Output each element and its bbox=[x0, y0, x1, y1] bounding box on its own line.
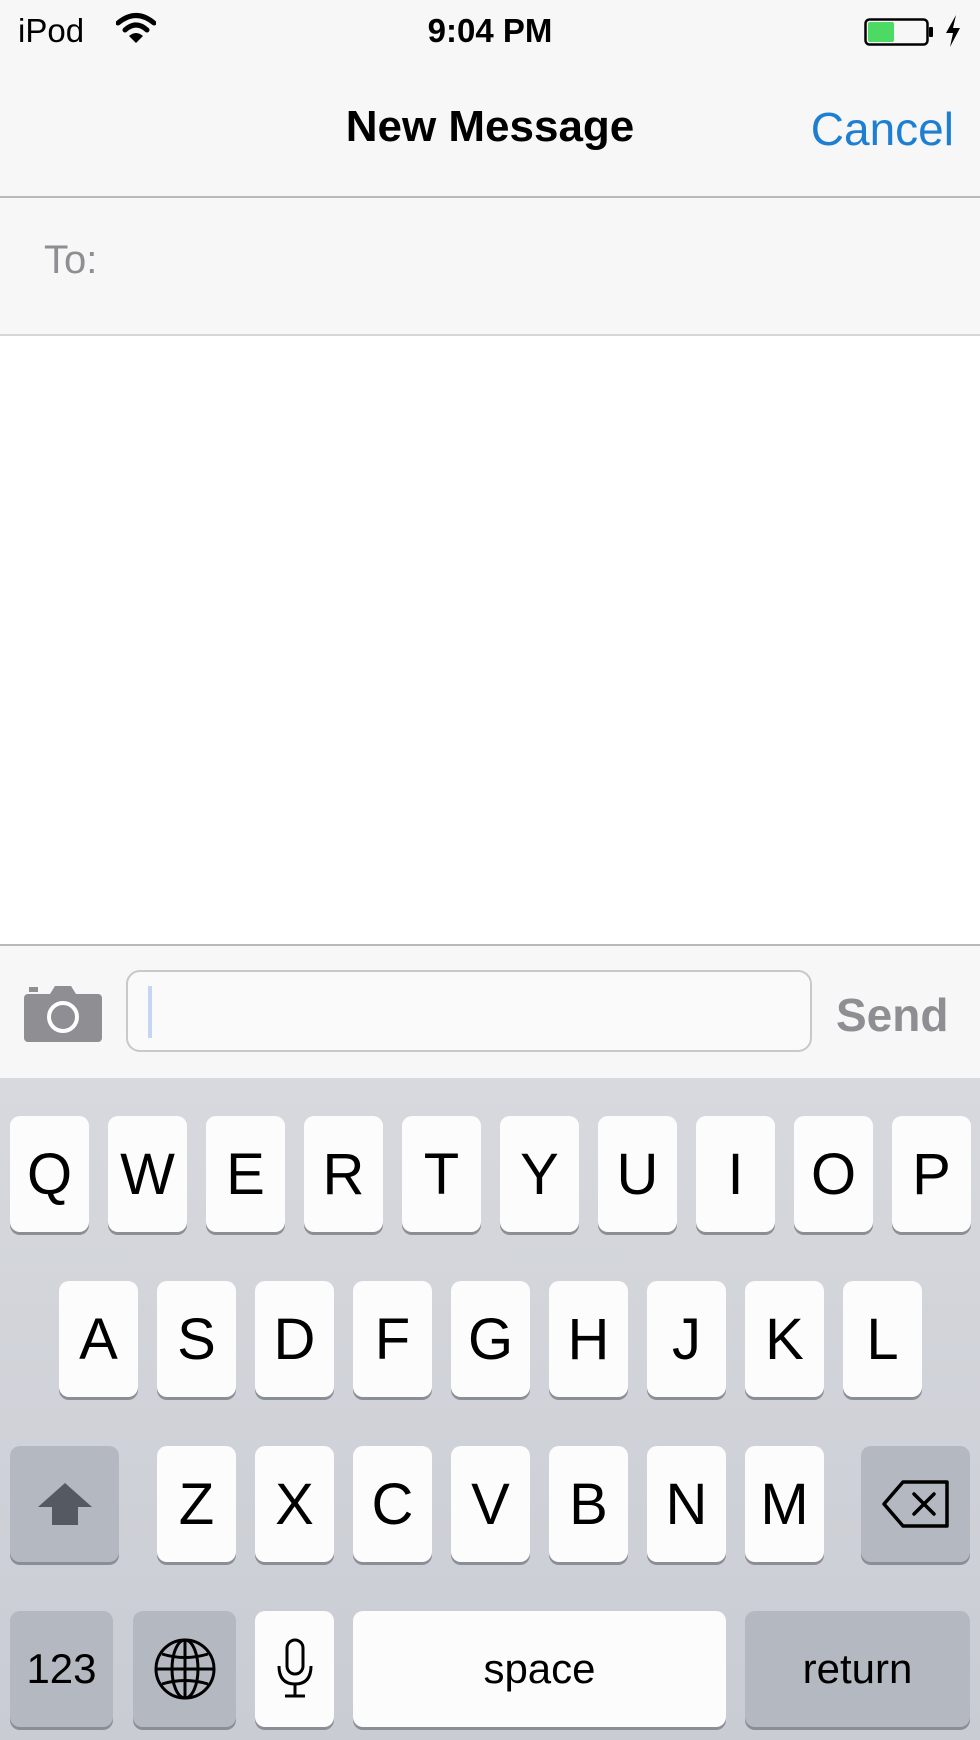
key-d[interactable]: D bbox=[255, 1281, 334, 1397]
key-y[interactable]: Y bbox=[500, 1116, 579, 1232]
space-key[interactable]: space bbox=[353, 1611, 726, 1727]
globe-icon bbox=[154, 1638, 215, 1700]
recipient-row: To: bbox=[0, 198, 980, 336]
key-p[interactable]: P bbox=[892, 1116, 971, 1232]
camera-icon[interactable] bbox=[24, 984, 102, 1042]
key-u[interactable]: U bbox=[598, 1116, 677, 1232]
return-key[interactable]: return bbox=[745, 1611, 970, 1727]
key-o[interactable]: O bbox=[794, 1116, 873, 1232]
globe-key[interactable] bbox=[133, 1611, 236, 1727]
message-thread-area bbox=[0, 336, 980, 944]
key-m[interactable]: M bbox=[745, 1446, 824, 1562]
key-a[interactable]: A bbox=[59, 1281, 138, 1397]
key-w[interactable]: W bbox=[108, 1116, 187, 1232]
shift-arrow-icon bbox=[37, 1483, 92, 1525]
clock: 9:04 PM bbox=[427, 12, 553, 49]
text-caret bbox=[148, 986, 152, 1038]
key-v[interactable]: V bbox=[451, 1446, 530, 1562]
cancel-button[interactable]: Cancel bbox=[811, 102, 954, 156]
key-k[interactable]: K bbox=[745, 1281, 824, 1397]
battery-icon bbox=[864, 18, 933, 46]
recipient-input[interactable] bbox=[118, 226, 952, 308]
key-c[interactable]: C bbox=[353, 1446, 432, 1562]
key-h[interactable]: H bbox=[549, 1281, 628, 1397]
key-i[interactable]: I bbox=[696, 1116, 775, 1232]
key-n[interactable]: N bbox=[647, 1446, 726, 1562]
key-r[interactable]: R bbox=[304, 1116, 383, 1232]
delete-key[interactable] bbox=[861, 1446, 970, 1562]
keyboard: Q W E R T Y U I O P A S D F G H J K L Z … bbox=[0, 1078, 980, 1740]
key-e[interactable]: E bbox=[206, 1116, 285, 1232]
key-l[interactable]: L bbox=[843, 1281, 922, 1397]
key-j[interactable]: J bbox=[647, 1281, 726, 1397]
dictation-key[interactable] bbox=[255, 1611, 334, 1727]
compose-bar: Send bbox=[0, 944, 980, 1078]
charging-bolt-icon bbox=[946, 15, 960, 47]
key-t[interactable]: T bbox=[402, 1116, 481, 1232]
navigation-bar: New Message Cancel bbox=[0, 64, 980, 198]
send-button[interactable]: Send bbox=[836, 988, 948, 1042]
key-s[interactable]: S bbox=[157, 1281, 236, 1397]
key-q[interactable]: Q bbox=[10, 1116, 89, 1232]
shift-key[interactable] bbox=[10, 1446, 119, 1562]
key-b[interactable]: B bbox=[549, 1446, 628, 1562]
key-g[interactable]: G bbox=[451, 1281, 530, 1397]
recipient-label: To: bbox=[44, 238, 98, 282]
message-input[interactable] bbox=[126, 970, 812, 1052]
numbers-key[interactable]: 123 bbox=[10, 1611, 113, 1727]
delete-backspace-icon bbox=[881, 1480, 949, 1528]
key-z[interactable]: Z bbox=[157, 1446, 236, 1562]
status-bar: iPod 9:04 PM bbox=[0, 0, 980, 64]
key-x[interactable]: X bbox=[255, 1446, 334, 1562]
key-f[interactable]: F bbox=[353, 1281, 432, 1397]
microphone-icon bbox=[277, 1638, 312, 1698]
